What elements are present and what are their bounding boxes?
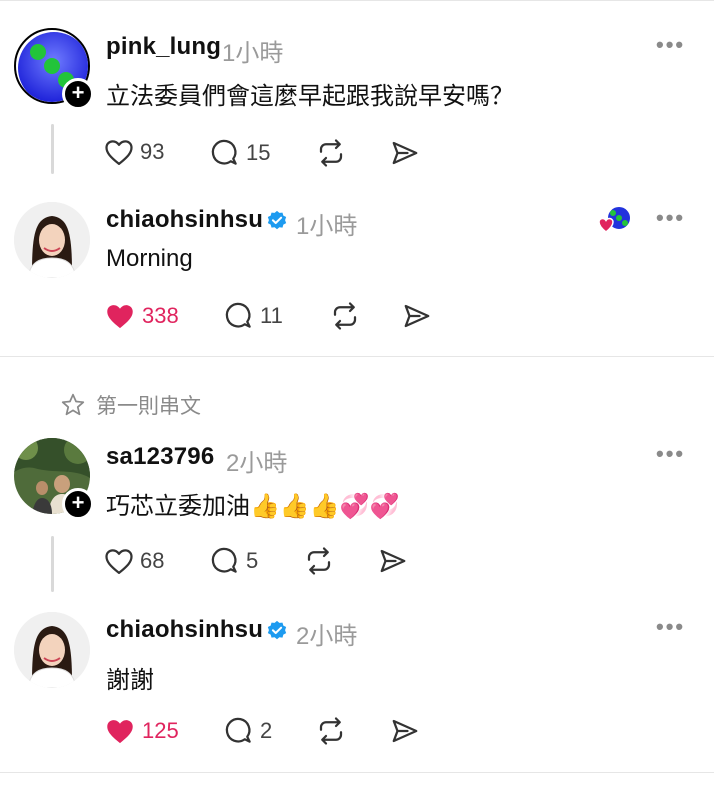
star-icon [61,393,85,416]
post-time: 2小時 [296,623,358,650]
like-button[interactable]: 93 [104,138,164,166]
avatar[interactable] [14,202,90,278]
heart-icon [105,549,133,574]
comment-button[interactable]: 5 [210,546,258,576]
share-icon [404,304,430,328]
repost-button[interactable] [330,301,360,331]
post-time: 1小時 [296,213,358,240]
like-count: 338 [142,303,179,328]
post-text: 謝謝 [106,667,154,694]
post-time: 1小時 [222,40,284,67]
share-button[interactable] [378,546,408,576]
more-icon[interactable]: ••• [656,205,685,231]
username[interactable]: pink_lung [106,33,221,61]
username[interactable]: sa123796 [106,443,214,471]
comment-button[interactable]: 15 [210,138,270,168]
comment-icon [211,547,237,573]
repost-icon [333,302,357,330]
like-button[interactable]: 68 [104,547,164,575]
verified-icon [267,210,287,230]
share-button[interactable] [390,138,420,168]
top-divider [0,0,714,1]
verified-icon [267,620,287,640]
comment-button[interactable]: 2 [224,716,272,746]
repost-icon [319,717,343,745]
more-icon[interactable]: ••• [656,32,685,58]
comment-icon [211,139,237,165]
share-icon [392,141,418,165]
comment-count: 2 [260,718,273,743]
heart-icon [105,140,133,165]
like-count: 93 [140,139,165,164]
thread-line [51,536,54,592]
repost-icon [307,547,331,575]
liked-by-author-icon [598,204,634,234]
post-time: 2小時 [226,450,288,477]
repost-button[interactable] [316,716,346,746]
like-button[interactable]: 338 [104,302,179,330]
first-thread-label: 第一則串文 [60,390,201,420]
more-icon[interactable]: ••• [656,441,685,467]
avatar[interactable] [14,612,90,688]
comment-count: 5 [246,548,259,573]
share-button[interactable] [402,301,432,331]
comment-icon [225,717,251,743]
bottom-divider [0,772,714,773]
like-count: 68 [140,548,165,573]
heart-icon [107,720,133,744]
username[interactable]: chiaohsinhsu [106,206,263,234]
follow-add-button[interactable]: + [62,488,94,520]
thread-divider [0,356,714,357]
heart-icon [107,305,133,329]
like-count: 125 [142,718,179,743]
thread-label-text: 第一則串文 [96,395,201,418]
share-button[interactable] [390,716,420,746]
repost-button[interactable] [304,546,334,576]
post-text: Morning [106,245,193,272]
share-icon [392,719,418,743]
comment-button[interactable]: 11 [224,301,283,331]
post-text: 巧芯立委加油👍👍👍💞💞 [106,492,400,520]
comment-icon [225,302,251,328]
repost-button[interactable] [316,138,346,168]
share-icon [380,549,406,573]
username[interactable]: chiaohsinhsu [106,616,263,644]
follow-add-button[interactable]: + [62,78,94,110]
repost-icon [319,139,343,167]
comment-count: 11 [260,303,283,328]
more-icon[interactable]: ••• [656,614,685,640]
post-text: 立法委員們會這麼早起跟我說早安嗎？ [106,83,514,110]
like-button[interactable]: 125 [104,717,179,745]
thread-line [51,124,54,174]
comment-count: 15 [246,140,271,165]
